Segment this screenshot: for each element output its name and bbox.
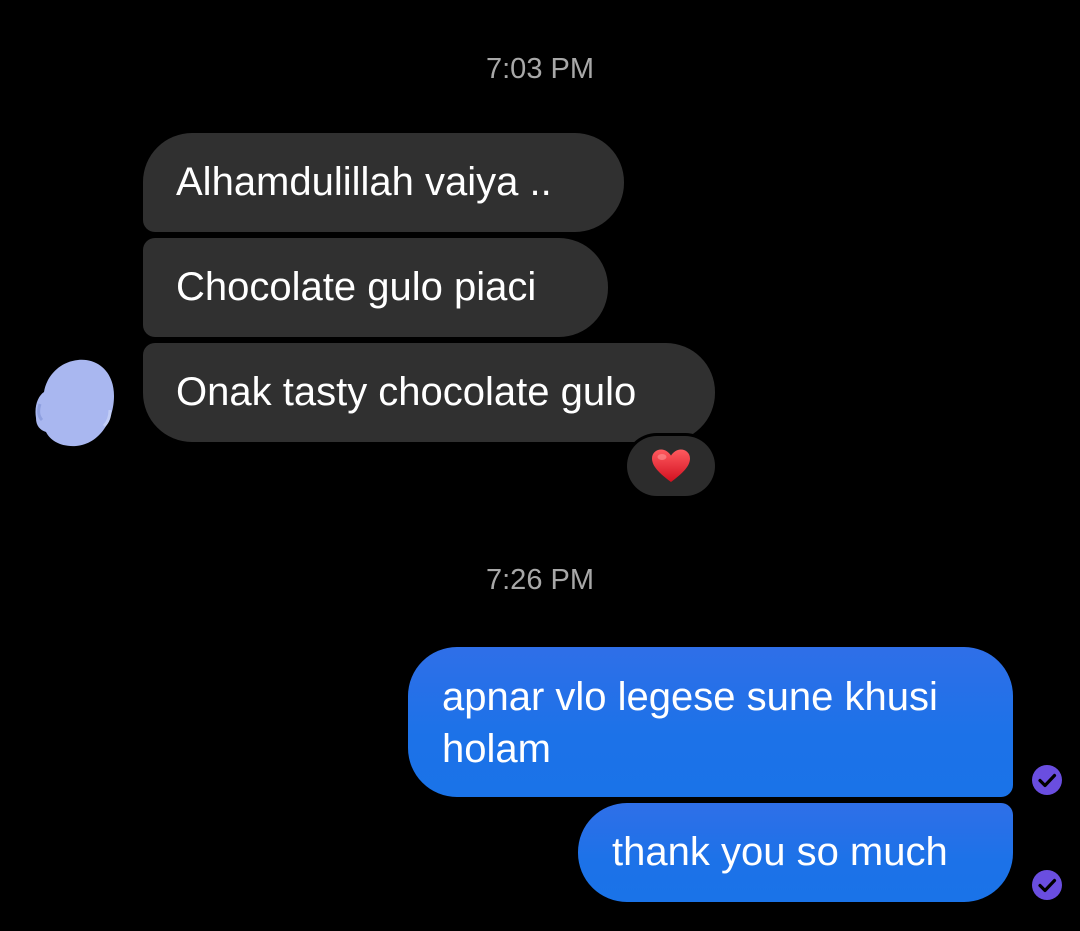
seen-check-icon (1032, 870, 1062, 900)
outgoing-message-bubble[interactable]: thank you so much (578, 803, 1013, 902)
outgoing-message-bubble[interactable]: apnar vlo legese sune khusi holam (408, 647, 1013, 797)
incoming-message-bubble[interactable]: Chocolate gulo piaci (143, 238, 608, 337)
seen-check-icon (1032, 765, 1062, 795)
timestamp: 7:03 PM (486, 53, 594, 85)
heart-icon (652, 449, 690, 482)
message-reaction[interactable] (627, 436, 715, 496)
incoming-message-bubble[interactable]: Onak tasty chocolate gulo (143, 343, 715, 442)
incoming-message-bubble[interactable]: Alhamdulillah vaiya .. (143, 133, 624, 232)
sender-avatar[interactable] (34, 356, 116, 448)
timestamp: 7:26 PM (486, 564, 594, 596)
